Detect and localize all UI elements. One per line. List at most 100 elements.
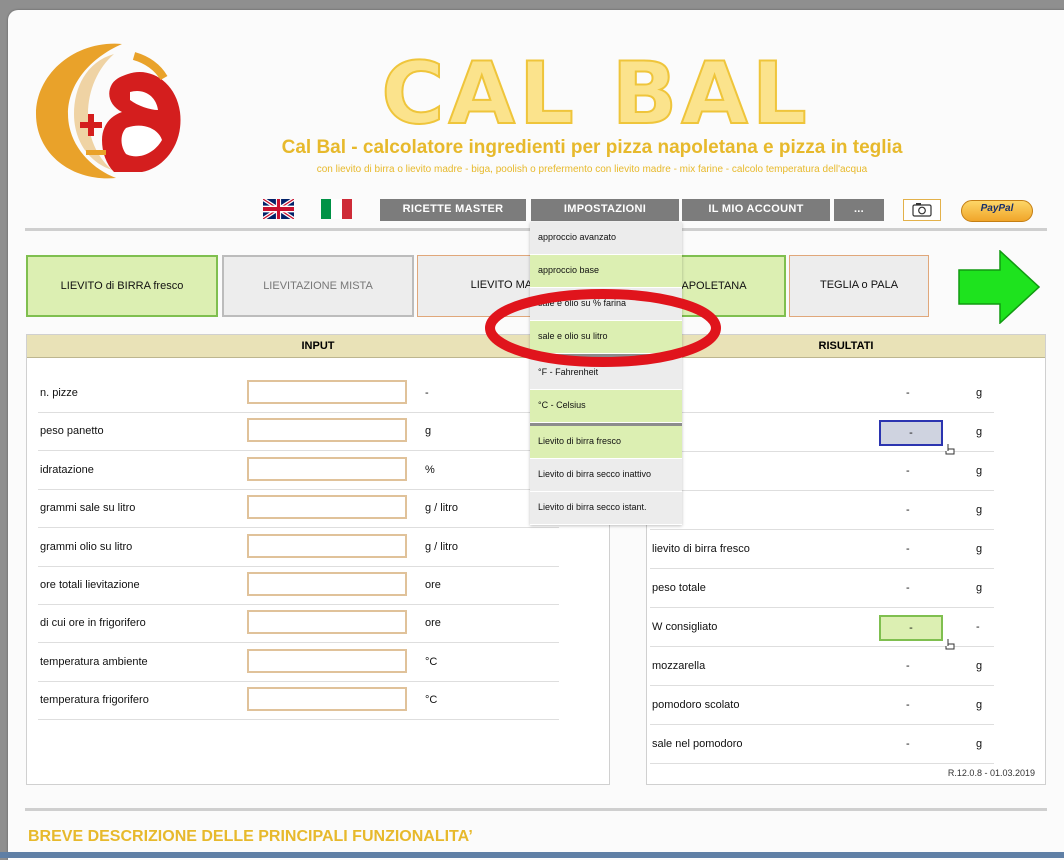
input-field[interactable] [247, 648, 407, 673]
result-label: mozzarella [652, 660, 706, 672]
result-value-highlight[interactable]: - [879, 615, 943, 641]
result-row: lievito di birra fresco - g [650, 530, 994, 569]
uk-flag-icon[interactable] [263, 199, 294, 219]
result-unit: g [976, 504, 983, 516]
nav-impostazioni[interactable]: IMPOSTAZIONI [531, 199, 679, 221]
result-row: mozzarella - g [650, 647, 994, 686]
input-row: temperatura ambiente °C [38, 643, 559, 682]
tab-teglia-o-pala[interactable]: TEGLIA o PALA [789, 255, 929, 317]
result-unit: g [976, 543, 983, 555]
section-heading: BREVE DESCRIZIONE DELLE PRINCIPALI FUNZI… [28, 828, 473, 845]
input-label: grammi sale su litro [40, 502, 136, 515]
input-label: temperatura frigorifero [40, 694, 149, 707]
result-value: - [906, 387, 910, 399]
window-bottom-bar [0, 852, 1064, 858]
menu-item[interactable]: Lievito di birra secco inattivo [530, 459, 682, 492]
version-label: R.12.0.8 - 01.03.2019 [947, 768, 1035, 778]
paypal-donate-button[interactable]: PayPal [961, 200, 1033, 222]
menu-item[interactable]: Lievito di birra fresco [530, 426, 682, 459]
input-unit: g / litro [425, 502, 459, 515]
input-row: grammi sale su litro g / litro [38, 489, 559, 529]
menu-item[interactable]: °C - Celsius [530, 390, 682, 423]
input-row: di cui ore in frigorifero ore [38, 604, 559, 644]
menu-item[interactable]: Lievito di birra secco istant. [530, 492, 682, 525]
input-field[interactable] [247, 610, 407, 635]
result-value: - [906, 543, 910, 555]
menu-item[interactable]: approccio avanzato [530, 222, 682, 255]
input-panel: INPUT n. pizze - peso panetto g idratazione%… [26, 334, 610, 785]
result-row: -g [650, 452, 994, 491]
input-field[interactable] [247, 380, 407, 404]
result-value-highlight[interactable]: - [879, 420, 943, 446]
input-label: di cui ore in frigorifero [40, 617, 146, 630]
result-value: - [906, 660, 910, 672]
input-field[interactable] [247, 533, 407, 558]
tab-lievitazione-mista[interactable]: LIEVITAZIONE MISTA [222, 255, 414, 317]
input-label: ore totali lievitazione [40, 579, 140, 591]
result-label: pomodoro scolato [652, 699, 740, 711]
result-label: peso totale [652, 582, 706, 594]
menu-item[interactable]: sale e olio su litro [530, 321, 682, 354]
input-row: n. pizze - [38, 374, 559, 413]
results-panel-header: RISULTATI [647, 335, 1045, 358]
result-value: - [906, 504, 910, 516]
impostazioni-dropdown-menu: approccio avanzato approccio base sale e o… [530, 222, 682, 525]
input-field[interactable] [247, 572, 407, 596]
result-value: - [906, 738, 910, 750]
result-unit: g [976, 738, 983, 750]
input-row: temperatura frigorifero °C [38, 681, 559, 721]
input-field[interactable] [247, 687, 407, 712]
result-value: - [906, 582, 910, 594]
input-unit: g [425, 425, 432, 438]
camera-button[interactable] [903, 199, 941, 221]
tab-lievito-birra-fresco[interactable]: LIEVITO di BIRRA fresco [26, 255, 218, 317]
input-field[interactable] [247, 418, 407, 443]
camera-icon [912, 203, 932, 217]
input-unit: ore [425, 579, 441, 591]
input-unit: °C [425, 655, 438, 668]
result-row: sale nel pomodoro - g [650, 725, 994, 764]
menu-item[interactable]: approccio base [530, 255, 682, 288]
result-row: pomodoro scolato - g [650, 686, 994, 725]
input-label: n. pizze [40, 387, 78, 399]
input-unit: - [425, 387, 429, 399]
menu-item[interactable]: sale e olio su % farina [530, 288, 682, 321]
input-field[interactable] [247, 456, 407, 481]
result-row: W consigliato - - [650, 608, 994, 650]
page: CAL BAL Cal Bal - calcolatore ingredient… [8, 10, 1064, 860]
input-label: peso panetto [40, 425, 104, 438]
input-label: temperatura ambiente [40, 655, 148, 668]
italy-flag-icon[interactable] [321, 199, 352, 219]
input-row: ore totali lievitazione ore [38, 566, 559, 605]
result-unit: g [976, 699, 983, 711]
nav-ricette-master[interactable]: RICETTE MASTER [380, 199, 526, 221]
result-value: - [906, 699, 910, 711]
input-unit: g / litro [425, 540, 459, 553]
menu-item[interactable]: °F - Fahrenheit [530, 357, 682, 390]
page-subtitle: con lievito di birra o lievito madre - b… [316, 164, 868, 175]
input-label: grammi olio su litro [40, 540, 133, 553]
next-arrow-icon[interactable] [958, 250, 1040, 324]
input-unit: °C [425, 694, 438, 707]
brand-wordmark: CAL BAL [380, 43, 811, 145]
input-row: idratazione% [38, 451, 559, 490]
result-unit: - [976, 621, 980, 633]
input-row: peso panetto g [38, 412, 559, 452]
nav-account[interactable]: IL MIO ACCOUNT [682, 199, 830, 221]
nav-more[interactable]: ... [834, 199, 884, 221]
result-label: sale nel pomodoro [652, 738, 743, 750]
result-label: W consigliato [652, 621, 718, 633]
result-unit: g [976, 582, 983, 594]
page-title: Cal Bal - calcolatore ingredienti per pi… [281, 137, 903, 158]
divider [25, 808, 1047, 811]
input-field[interactable] [247, 495, 407, 520]
input-unit: ore [425, 617, 441, 630]
result-row: peso totale - g [650, 569, 994, 608]
input-label: idratazione [40, 463, 94, 476]
result-unit: g [976, 465, 983, 477]
input-panel-header: INPUT [27, 335, 609, 358]
result-unit: g [976, 387, 983, 399]
input-row: grammi olio su litro g / litro [38, 528, 559, 567]
result-unit: g [976, 660, 983, 672]
result-row: -g [650, 413, 994, 455]
